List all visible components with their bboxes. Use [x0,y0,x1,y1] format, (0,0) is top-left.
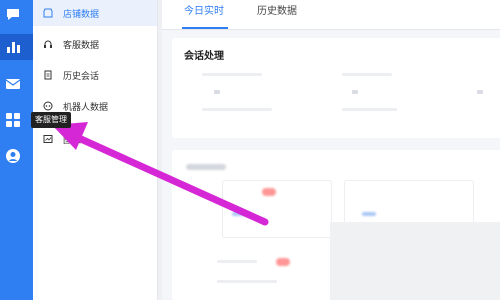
document-icon [43,70,53,80]
tab-today-realtime[interactable]: 今日实时 [184,4,224,20]
main-content: 今日实时 历史数据 会话处理 [162,0,500,300]
tab-bar: 今日实时 历史数据 [162,0,500,30]
metric-placeholder [342,73,392,76]
session-handling-card: 会话处理 [172,38,500,138]
rail-tooltip: 客服管理 [31,112,71,128]
metric-placeholder [202,73,262,76]
sidebar-item-label: 历史会话 [63,71,100,82]
shop-icon [43,8,53,18]
metric-placeholder [342,108,397,111]
metric-placeholder [217,260,257,263]
metric-chip [362,212,376,216]
sidebar-item-charts[interactable]: 图表 [33,126,157,152]
secondary-sidebar: 店铺数据 客服数据 历史会话 机器人数据 图表 [33,0,158,300]
mail-icon[interactable] [4,75,22,93]
sidebar-item-history-sessions[interactable]: 历史会话 [33,62,157,88]
loading-overlay [330,222,500,300]
sidebar-item-label: 机器人数据 [63,102,109,113]
bar-chart-icon[interactable] [4,38,22,56]
user-support-icon[interactable] [4,147,22,165]
metric-value-placeholder [214,90,220,94]
tab-history-data[interactable]: 历史数据 [257,4,297,20]
robot-icon [43,101,53,111]
sidebar-item-shop-data[interactable]: 店铺数据 [33,0,157,26]
sidebar-item-label: 图表 [63,135,82,146]
stat-box [222,180,332,238]
blurred-title [186,164,226,170]
sidebar-item-service-data[interactable]: 客服数据 [33,31,157,57]
grid-apps-icon[interactable] [4,111,22,129]
sidebar-item-label: 客服数据 [63,40,100,51]
metric-placeholder [202,108,272,111]
metric-placeholder [217,280,277,283]
headset-icon [43,39,53,49]
app-icon-rail [0,0,33,300]
status-badge [262,188,276,196]
sidebar-item-label: 店铺数据 [63,9,100,20]
metric-chip [232,212,246,216]
chat-bubble-icon[interactable] [4,6,22,24]
chart-box-icon [43,134,53,144]
card-title: 会话处理 [184,51,224,62]
active-tab-underline [182,27,228,29]
metric-value-placeholder [477,90,483,94]
status-badge [276,258,290,266]
metric-value-placeholder [352,90,358,94]
